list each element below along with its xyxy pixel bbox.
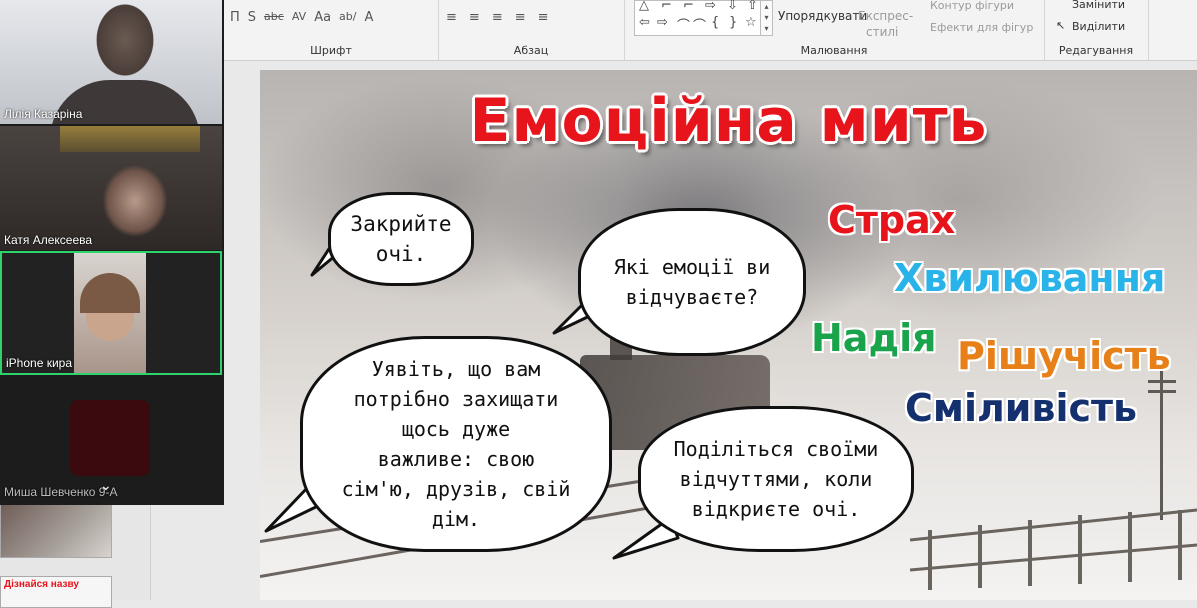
align-center-button[interactable]: ≡ bbox=[469, 10, 480, 25]
paragraph-group-label: Абзац bbox=[513, 44, 549, 57]
align-right-button[interactable]: ≡ bbox=[492, 10, 503, 25]
shape-star-icon[interactable]: ☆ bbox=[745, 15, 757, 30]
bubble-line: відчуваєте? bbox=[625, 285, 759, 309]
shape-arrow-up-icon[interactable]: ⇧ bbox=[747, 0, 758, 13]
font-group-label: Шрифт bbox=[310, 44, 352, 57]
bubble-line: щось дуже bbox=[401, 417, 511, 441]
bubble-line: Уявіть, що вам bbox=[371, 357, 541, 381]
speech-bubble-share[interactable]: Поділіться своїми відчуттями, коли відкр… bbox=[638, 406, 914, 552]
emotion-excitement[interactable]: Хвилювання bbox=[894, 256, 1165, 300]
font-color-button[interactable]: A bbox=[364, 10, 373, 25]
underline-button[interactable]: П bbox=[230, 10, 240, 25]
avatar bbox=[70, 400, 150, 476]
participant-video bbox=[90, 156, 180, 250]
shape-brace-right-icon[interactable]: } bbox=[729, 15, 737, 30]
shape-corner2-icon[interactable]: ⌐ bbox=[683, 0, 694, 13]
shapes-gallery[interactable]: △ ⌐ ⌐ ⇨ ⇩ ⇧ ⇦ ⇨ ⌒ ⌒ { } ☆ bbox=[634, 0, 772, 36]
replace-button[interactable]: Замінити bbox=[1072, 0, 1125, 11]
drawing-group-label: Малювання bbox=[800, 44, 868, 57]
shapes-more-icon[interactable]: ▴ ▾ ▾ bbox=[760, 0, 773, 36]
editing-group-label: Редагування bbox=[1058, 44, 1134, 57]
align-left-button[interactable]: ≡ bbox=[446, 10, 457, 25]
select-button[interactable]: Виділити bbox=[1072, 20, 1125, 33]
bubble-line: важливе: свою bbox=[377, 447, 535, 471]
char-spacing-button[interactable]: AV bbox=[292, 10, 306, 25]
shape-brace-left-icon[interactable]: { bbox=[711, 15, 719, 30]
justify-button[interactable]: ≡ bbox=[515, 10, 526, 25]
participant-name: iPhone кира bbox=[6, 356, 72, 370]
speech-bubble-which-emotions[interactable]: Які емоції ви відчуваєте? bbox=[578, 208, 806, 356]
shape-arrow-right-icon[interactable]: ⇨ bbox=[705, 0, 716, 13]
bubble-text: Які емоції ви відчуваєте? bbox=[614, 252, 771, 312]
shape-effects-button[interactable]: Ефекти для фігур bbox=[930, 21, 1033, 34]
slide-canvas[interactable]: Емоційна мить Закрийте очі. Які емоції в… bbox=[260, 70, 1197, 600]
slide-title[interactable]: Емоційна мить bbox=[260, 86, 1197, 156]
paragraph-tools: ≡ ≡ ≡ ≡ ≡ bbox=[446, 10, 549, 25]
bubble-text: Поділіться своїми відчуттями, коли відкр… bbox=[674, 434, 879, 524]
font-tools: П S abc AV Aa ab/ A bbox=[230, 10, 373, 25]
speech-bubble-imagine[interactable]: Уявіть, що вам потрібно захищати щось ду… bbox=[300, 336, 612, 552]
bubble-line: дім. bbox=[431, 507, 481, 531]
font-group: П S abc AV Aa ab/ A Шрифт bbox=[224, 0, 439, 60]
participant-name: Лілія Казаріна bbox=[4, 107, 83, 121]
bubble-line: відкриєте очі. bbox=[691, 497, 861, 521]
cursor-icon: ↖ bbox=[1056, 19, 1066, 32]
clear-formatting-button[interactable]: ab/ bbox=[339, 10, 356, 25]
shape-arrow-left-icon[interactable]: ⇦ bbox=[639, 15, 650, 30]
video-call-panel: Лілія Казаріна Катя Алексеева iPhone кир… bbox=[0, 0, 224, 505]
participant-name: Катя Алексеева bbox=[4, 233, 93, 247]
slide-thumbnail-next[interactable]: Дізнайся назву bbox=[0, 576, 112, 608]
participant-tile[interactable]: Катя Алексеева bbox=[0, 126, 222, 250]
emotion-determination[interactable]: Рішучість bbox=[957, 334, 1171, 378]
shadow-button[interactable]: S bbox=[248, 10, 256, 25]
bubble-text: Закрийте очі. bbox=[350, 209, 451, 269]
shape-outline-button[interactable]: Контур фігури bbox=[930, 0, 1014, 12]
shape-arrow-down-icon[interactable]: ⇩ bbox=[727, 0, 738, 13]
quick-styles-line1[interactable]: Експрес- bbox=[858, 9, 913, 23]
columns-button[interactable]: ≡ bbox=[538, 10, 549, 25]
telegraph-pole-arm bbox=[1148, 390, 1176, 393]
bubble-line: потрібно захищати bbox=[353, 387, 559, 411]
chevron-down-icon[interactable]: ⌄ bbox=[100, 478, 112, 494]
bubble-text: Уявіть, що вам потрібно захищати щось ду… bbox=[342, 354, 571, 534]
bubble-line: очі. bbox=[375, 242, 427, 266]
emotion-fear[interactable]: Страх bbox=[828, 198, 955, 242]
shape-triangle-icon[interactable]: △ bbox=[639, 0, 649, 13]
emotion-courage[interactable]: Сміливість bbox=[905, 386, 1137, 430]
participant-tile-active[interactable]: iPhone кира bbox=[0, 251, 222, 375]
shape-arc-icon[interactable]: ⌒ bbox=[677, 15, 690, 34]
quick-styles-line2[interactable]: стилі bbox=[866, 25, 898, 39]
shape-arc2-icon[interactable]: ⌒ bbox=[693, 15, 706, 34]
bubble-line: сім'ю, друзів, свій bbox=[341, 477, 571, 501]
next-slide-title: Дізнайся назву bbox=[4, 579, 79, 590]
fence bbox=[910, 508, 1197, 590]
speech-bubble-close-eyes[interactable]: Закрийте очі. bbox=[328, 192, 474, 286]
participant-tile[interactable]: Лілія Казаріна bbox=[0, 0, 222, 124]
bubble-line: Які емоції ви bbox=[613, 255, 771, 279]
telegraph-pole-arm bbox=[1148, 380, 1176, 383]
emotion-hope[interactable]: Надія bbox=[811, 316, 937, 360]
shape-arrow-right2-icon[interactable]: ⇨ bbox=[657, 15, 668, 30]
flag-stripe bbox=[60, 126, 200, 152]
paragraph-group: ≡ ≡ ≡ ≡ ≡ Абзац bbox=[438, 0, 625, 60]
bubble-line: Закрийте bbox=[350, 212, 452, 236]
participant-video bbox=[74, 253, 146, 373]
slide-thumbnail-prev[interactable] bbox=[0, 500, 112, 558]
shape-corner-icon[interactable]: ⌐ bbox=[661, 0, 672, 13]
change-case-button[interactable]: Aa bbox=[314, 10, 331, 25]
bubble-line: відчуттями, коли bbox=[679, 467, 873, 491]
arrange-button[interactable]: Упорядкувати bbox=[778, 9, 867, 23]
strikethrough-button[interactable]: abc bbox=[264, 10, 284, 25]
bubble-line: Поділіться своїми bbox=[673, 437, 879, 461]
